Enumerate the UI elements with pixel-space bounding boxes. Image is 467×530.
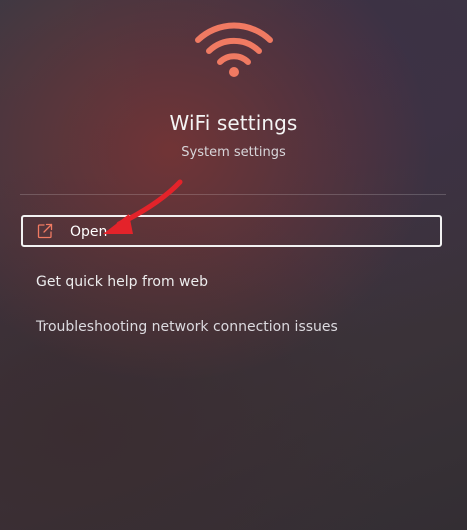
troubleshooting-link[interactable]: Troubleshooting network connection issue… bbox=[36, 319, 338, 335]
quick-help-link[interactable]: Get quick help from web bbox=[36, 274, 208, 290]
divider bbox=[20, 194, 446, 195]
page-subtitle: System settings bbox=[181, 145, 286, 160]
open-external-icon bbox=[37, 223, 53, 239]
wifi-settings-panel: WiFi settings System settings Open Get q… bbox=[0, 0, 467, 530]
red-arrow-icon bbox=[103, 179, 183, 234]
wifi-icon bbox=[195, 22, 273, 77]
open-button[interactable]: Open bbox=[21, 215, 442, 247]
page-title: WiFi settings bbox=[169, 111, 298, 135]
